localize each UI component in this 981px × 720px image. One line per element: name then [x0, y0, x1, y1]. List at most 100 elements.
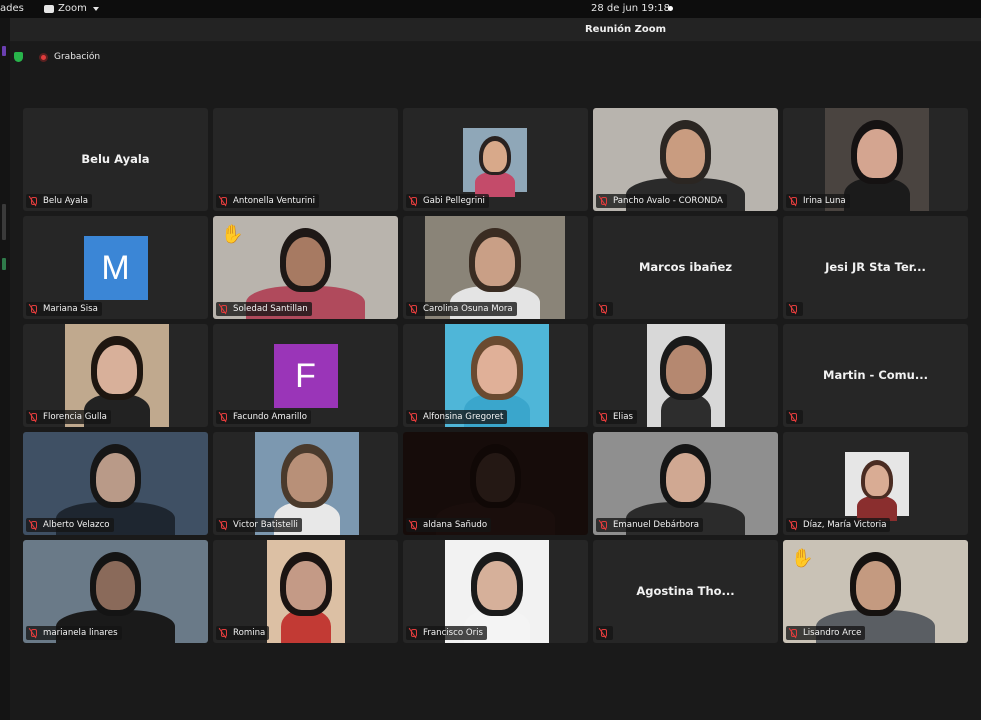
muted-mic-icon — [408, 196, 418, 206]
participant-tile[interactable]: Alfonsina Gregoret — [403, 324, 588, 427]
participant-display-name: Martin - Comu... — [823, 368, 928, 382]
clock[interactable]: 28 de jun 19:18 — [591, 3, 670, 14]
participant-tile[interactable]: ✋ Soledad Santillan — [213, 216, 398, 319]
shield-icon[interactable] — [14, 52, 23, 62]
participant-name-label: Lisandro Arce — [786, 626, 866, 640]
participant-name-label — [786, 302, 803, 316]
participant-tile[interactable]: aldana Sañudo — [403, 432, 588, 535]
muted-mic-icon — [408, 304, 418, 314]
chevron-down-icon — [92, 6, 99, 11]
muted-mic-icon — [408, 412, 418, 422]
participant-tile[interactable]: Pancho Avalo - CORONDA — [593, 108, 778, 211]
participant-tile[interactable]: Gabi Pellegrini — [403, 108, 588, 211]
participant-tile[interactable]: M Mariana Sisa — [23, 216, 208, 319]
participant-name: Mariana Sisa — [43, 304, 98, 314]
participant-name-label: Romina — [216, 626, 270, 640]
muted-mic-icon — [598, 412, 608, 422]
recording-label: Grabación — [54, 52, 101, 62]
participant-tile[interactable]: Agostina Tho... — [593, 540, 778, 643]
participant-video — [845, 452, 909, 522]
participant-tile[interactable]: Florencia Gulla — [23, 324, 208, 427]
notification-dot-icon — [668, 6, 673, 11]
participant-display-name: Jesi JR Sta Ter... — [825, 260, 926, 274]
muted-mic-icon — [788, 628, 798, 638]
meeting-area: Grabación Belu Ayala Belu Ayala Antonella … — [10, 42, 981, 720]
window-title: Reunión Zoom — [584, 24, 667, 35]
muted-mic-icon — [408, 628, 418, 638]
participant-tile[interactable]: Victor Batistelli — [213, 432, 398, 535]
participant-name: Romina — [233, 628, 266, 638]
participant-video — [647, 324, 725, 427]
dock-app-icon[interactable] — [2, 204, 6, 240]
participant-name-label — [596, 302, 613, 316]
participant-tile[interactable]: Romina — [213, 540, 398, 643]
participant-name: Gabi Pellegrini — [423, 196, 485, 206]
participant-name: Irina Luna — [803, 196, 846, 206]
participant-name-label — [786, 410, 803, 424]
participant-tile[interactable]: marianela linares — [23, 540, 208, 643]
system-top-bar: ades Zoom 28 de jun 19:18 — [0, 0, 981, 18]
muted-mic-icon — [28, 412, 38, 422]
participant-name-label: Francisco Oris — [406, 626, 488, 640]
participant-name: Belu Ayala — [43, 196, 89, 206]
app-menu[interactable]: Zoom — [44, 3, 99, 14]
participant-tile[interactable]: Elias — [593, 324, 778, 427]
participant-name: Francisco Oris — [423, 628, 484, 638]
dock — [0, 18, 10, 720]
participant-tile[interactable]: Antonella Venturini — [213, 108, 398, 211]
participant-name: Elias — [613, 412, 633, 422]
participant-tile[interactable]: ✋ Lisandro Arce — [783, 540, 968, 643]
participant-name-label: Soledad Santillan — [216, 302, 312, 316]
participant-name-label: Florencia Gulla — [26, 410, 111, 424]
participant-name: Alfonsina Gregoret — [423, 412, 504, 422]
participant-name-label: Facundo Amarillo — [216, 410, 311, 424]
muted-mic-icon — [218, 304, 228, 314]
participant-tile[interactable]: Jesi JR Sta Ter... — [783, 216, 968, 319]
participant-tile[interactable]: Emanuel Debárbora — [593, 432, 778, 535]
participant-tile[interactable]: Martin - Comu... — [783, 324, 968, 427]
muted-mic-icon — [788, 196, 798, 206]
participant-name-label: Alfonsina Gregoret — [406, 410, 508, 424]
participant-display-name: Belu Ayala — [81, 152, 150, 166]
muted-mic-icon — [28, 196, 38, 206]
participant-tile[interactable]: Irina Luna — [783, 108, 968, 211]
participant-name-label: Mariana Sisa — [26, 302, 102, 316]
participant-display-name: Marcos ibañez — [638, 260, 733, 274]
participant-tile[interactable]: Belu Ayala Belu Ayala — [23, 108, 208, 211]
participant-name: Díaz, María Victoria — [803, 520, 887, 530]
participant-video — [463, 128, 527, 198]
participant-tile[interactable]: F Facundo Amarillo — [213, 324, 398, 427]
muted-mic-icon — [788, 412, 798, 422]
participant-tile[interactable]: Marcos ibañez — [593, 216, 778, 319]
participant-name: Emanuel Debárbora — [613, 520, 700, 530]
dock-app-icon[interactable] — [2, 46, 6, 56]
meeting-status-row: Grabación — [14, 52, 100, 62]
participant-avatar: F — [273, 344, 338, 408]
participant-name: aldana Sañudo — [423, 520, 488, 530]
muted-mic-icon — [598, 196, 608, 206]
participant-name: Lisandro Arce — [803, 628, 862, 638]
app-menu-label: Zoom — [58, 3, 87, 14]
participant-name-label: marianela linares — [26, 626, 122, 640]
participant-video — [267, 540, 345, 643]
participant-tile[interactable]: Alberto Velazco — [23, 432, 208, 535]
participant-name: marianela linares — [43, 628, 118, 638]
muted-mic-icon — [598, 628, 608, 638]
zoom-app-icon — [44, 4, 54, 13]
muted-mic-icon — [218, 520, 228, 530]
participant-name: Pancho Avalo - CORONDA — [613, 196, 723, 206]
muted-mic-icon — [28, 304, 38, 314]
participant-name-label: Pancho Avalo - CORONDA — [596, 194, 727, 208]
dock-app-icon[interactable] — [2, 258, 6, 270]
participant-display-name: Agostina Tho... — [636, 584, 735, 598]
participant-tile[interactable]: Francisco Oris — [403, 540, 588, 643]
participant-name-label: Alberto Velazco — [26, 518, 114, 532]
participant-avatar: M — [83, 236, 148, 300]
participant-tile[interactable]: Díaz, María Victoria — [783, 432, 968, 535]
muted-mic-icon — [408, 520, 418, 530]
activities-button[interactable]: ades — [0, 3, 24, 14]
participant-name-label: Emanuel Debárbora — [596, 518, 704, 532]
recording-icon — [39, 52, 48, 62]
participant-tile[interactable]: Carolina Osuna Mora — [403, 216, 588, 319]
participant-name: Antonella Venturini — [233, 196, 315, 206]
